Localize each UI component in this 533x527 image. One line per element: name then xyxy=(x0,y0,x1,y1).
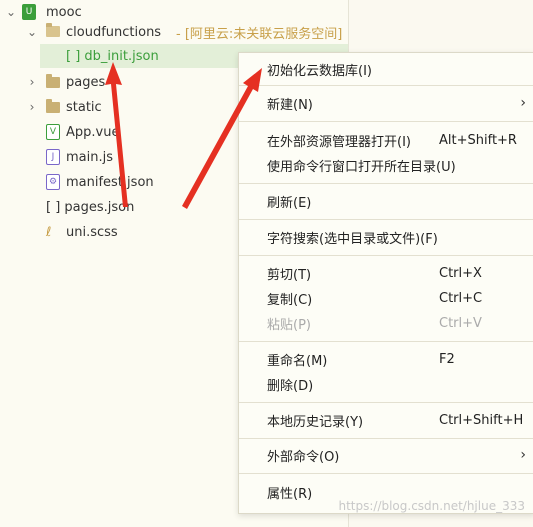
watermark: https://blog.csdn.net/hjlue_333 xyxy=(338,499,525,513)
menu-item-local-history[interactable]: 本地历史记录(Y) Ctrl+Shift+H xyxy=(239,408,533,432)
folder-icon xyxy=(46,99,60,113)
chevron-right-icon[interactable]: › xyxy=(25,100,39,114)
menu-separator xyxy=(239,183,533,184)
tree-item-label: cloudfunctions xyxy=(66,24,162,40)
menu-item-new[interactable]: 新建(N) › xyxy=(239,91,533,115)
menu-item-rename[interactable]: 重命名(M) F2 xyxy=(239,347,533,371)
tree-item-label: uni.scss xyxy=(66,224,118,240)
js-file-icon: J xyxy=(46,149,60,165)
tree-item-cloudfunctions[interactable]: ⌄ cloudfunctions - [阿里云:未关联云服务空间] xyxy=(0,20,348,44)
chevron-right-icon[interactable]: › xyxy=(25,75,39,89)
folder-open-icon xyxy=(46,23,60,37)
context-menu: 初始化云数据库(I) 新建(N) › 在外部资源管理器打开(I) Alt+Shi… xyxy=(238,52,533,514)
menu-separator xyxy=(239,341,533,342)
menu-item-open-in-explorer[interactable]: 在外部资源管理器打开(I) Alt+Shift+R xyxy=(239,128,533,152)
chevron-down-icon[interactable]: ⌄ xyxy=(4,5,18,19)
chevron-right-icon: › xyxy=(520,95,526,111)
tree-item-label: manifest.json xyxy=(66,174,154,190)
chevron-right-icon: › xyxy=(520,447,526,463)
menu-separator xyxy=(239,438,533,439)
tree-item-label: static xyxy=(66,99,102,115)
uni-app-icon: U xyxy=(22,4,36,20)
tree-item-label: [ ] pages.json xyxy=(46,199,135,215)
menu-item-search-text[interactable]: 字符搜索(选中目录或文件)(F) xyxy=(239,225,533,249)
cloud-space-hint: - [阿里云:未关联云服务空间] xyxy=(176,26,343,42)
tree-item-label: main.js xyxy=(66,149,113,165)
menu-separator xyxy=(239,402,533,403)
vue-file-icon: V xyxy=(46,124,60,140)
tree-item-label: mooc xyxy=(46,4,82,20)
menu-item-copy[interactable]: 复制(C) Ctrl+C xyxy=(239,286,533,310)
tree-item-label: App.vue xyxy=(66,124,120,140)
folder-icon xyxy=(46,74,60,88)
menu-item-refresh[interactable]: 刷新(E) xyxy=(239,189,533,213)
tree-item-label: pages xyxy=(66,74,106,90)
scss-file-icon: ℓ xyxy=(46,225,52,240)
menu-item-external-commands[interactable]: 外部命令(O) › xyxy=(239,443,533,467)
menu-item-init-cloud-db[interactable]: 初始化云数据库(I) xyxy=(239,57,533,81)
menu-separator xyxy=(239,121,533,122)
menu-item-paste[interactable]: 粘贴(P) Ctrl+V xyxy=(239,311,533,335)
menu-item-delete[interactable]: 删除(D) xyxy=(239,372,533,396)
menu-separator xyxy=(239,255,533,256)
menu-separator xyxy=(239,219,533,220)
menu-separator xyxy=(239,85,533,86)
chevron-down-icon[interactable]: ⌄ xyxy=(25,25,39,39)
menu-item-cut[interactable]: 剪切(T) Ctrl+X xyxy=(239,261,533,285)
menu-separator xyxy=(239,473,533,474)
manifest-icon: ⚙ xyxy=(46,174,60,190)
tree-item-label: [ ] db_init.json xyxy=(66,48,159,64)
menu-item-open-in-terminal[interactable]: 使用命令行窗口打开所在目录(U) xyxy=(239,153,533,177)
